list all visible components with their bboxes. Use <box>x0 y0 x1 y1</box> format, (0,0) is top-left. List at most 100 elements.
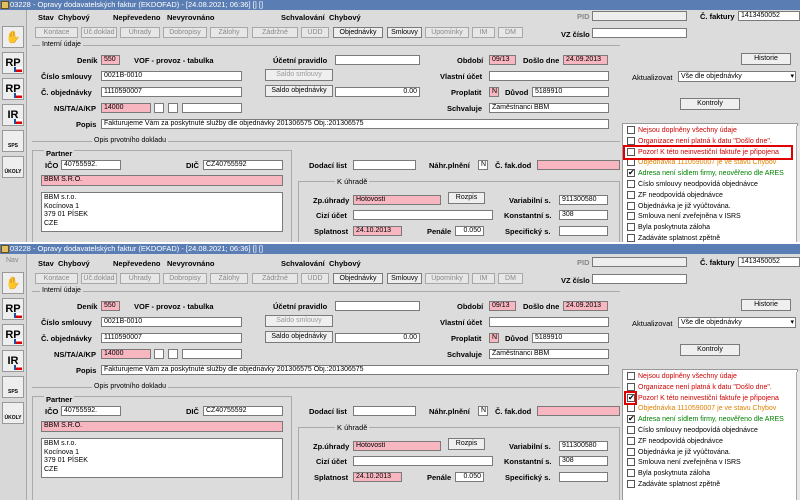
obdobi-field[interactable]: 09/13 <box>489 55 516 65</box>
duvod-field[interactable]: 5189910 <box>532 333 609 343</box>
check-9[interactable] <box>627 469 635 478</box>
ns-field[interactable]: 14000 <box>101 349 151 359</box>
aktualizovat-select[interactable]: Vše dle objednávky <box>678 317 796 328</box>
nahr-field[interactable]: N <box>478 406 488 416</box>
toolbar-button-9[interactable]: Upomínky <box>425 273 469 284</box>
historie-button[interactable]: Historie <box>741 299 791 311</box>
toolbar-button-1[interactable]: Úč.doklad <box>81 27 117 38</box>
historie-button[interactable]: Historie <box>741 53 791 65</box>
specificky-field[interactable] <box>559 472 608 482</box>
a-field[interactable] <box>168 103 178 113</box>
pid-field[interactable] <box>592 257 687 267</box>
leftbar-ir[interactable]: IR <box>2 350 24 372</box>
toolbar-button-2[interactable]: Úhrady <box>120 27 160 38</box>
smlouvy-field[interactable]: 0021B-0010 <box>101 317 242 327</box>
vz-field[interactable] <box>592 274 687 284</box>
duvod-field[interactable]: 5189910 <box>532 87 609 97</box>
toolbar-button-8[interactable]: Smlouvy <box>387 273 422 284</box>
aktualizovat-select[interactable]: Vše dle objednávky <box>678 71 796 82</box>
objednavky-field[interactable]: 1110590007 <box>101 87 242 97</box>
saldo-objednavky-button[interactable]: Saldo objednávky <box>265 331 333 343</box>
saldo-smlouvy-button[interactable]: Saldo smlouvy <box>265 315 333 327</box>
check-5[interactable] <box>627 426 635 434</box>
handshake-icon[interactable]: ✋ <box>2 26 24 48</box>
cfakdod-field[interactable] <box>537 160 620 170</box>
ns-field[interactable]: 14000 <box>101 103 151 113</box>
toolbar-button-5[interactable]: Zádržné <box>252 27 298 38</box>
leftbar-rp-1[interactable]: RP <box>2 298 24 320</box>
leftbar-rp-1[interactable]: RP <box>2 52 24 74</box>
toolbar-button-11[interactable]: DM <box>498 27 523 38</box>
check-4[interactable] <box>627 168 635 178</box>
penale-field[interactable]: 0.050 <box>455 472 484 482</box>
zpuhrady-field[interactable]: Hotovostí <box>353 441 441 451</box>
toolbar-button-6[interactable]: UDD <box>301 27 329 38</box>
popis-field[interactable]: Fakturujeme Vám za poskytnuté služby dle… <box>101 365 609 375</box>
scrollbar[interactable] <box>796 372 800 500</box>
leftbar-rp-2[interactable]: RP <box>2 324 24 346</box>
saldo-objednavky-button[interactable]: Saldo objednávky <box>265 85 333 97</box>
denik-field[interactable]: 550 <box>101 301 120 311</box>
rozpis-button[interactable]: Rozpis <box>448 438 485 450</box>
cizi-field[interactable] <box>353 456 493 466</box>
schvaluje-field[interactable]: Zaměstnanci BBM <box>489 349 609 359</box>
specificky-field[interactable] <box>559 226 608 236</box>
variabilni-field[interactable]: 911300580 <box>559 441 608 451</box>
toolbar-button-8[interactable]: Smlouvy <box>387 27 422 38</box>
check-10[interactable] <box>627 234 635 242</box>
splatnost-field[interactable]: 24.10.2013 <box>353 472 402 482</box>
zpuhrady-field[interactable]: Hotovostí <box>353 195 441 205</box>
ucetni-field[interactable] <box>335 55 420 65</box>
leftbar-sps[interactable]: SPS <box>2 376 24 398</box>
check-7[interactable] <box>627 201 635 210</box>
ta-field[interactable] <box>154 103 164 113</box>
toolbar-button-11[interactable]: DM <box>498 273 523 284</box>
kp-field[interactable] <box>182 349 242 359</box>
a-field[interactable] <box>168 349 178 359</box>
saldo-smlouvy-button[interactable]: Saldo smlouvy <box>265 69 333 81</box>
ico-field[interactable]: 40755592. <box>61 160 121 170</box>
leftbar-ukoly[interactable]: ÚKOLY <box>2 156 24 178</box>
check-4[interactable] <box>627 414 635 424</box>
toolbar-button-4[interactable]: Zálohy <box>210 27 248 38</box>
dodaci-field[interactable] <box>353 406 416 416</box>
dodaci-field[interactable] <box>353 160 416 170</box>
cizi-field[interactable] <box>353 210 493 220</box>
proplatit-field[interactable]: N <box>489 333 499 343</box>
check-0[interactable] <box>627 372 635 380</box>
check-8[interactable] <box>627 458 635 467</box>
check-1[interactable] <box>627 382 635 391</box>
dic-field[interactable]: CZ40755592 <box>203 160 283 170</box>
toolbar-button-7[interactable]: Objednávky <box>333 273 383 284</box>
check-3[interactable] <box>627 404 635 413</box>
ta-field[interactable] <box>154 349 164 359</box>
denik-field[interactable]: 550 <box>101 55 120 65</box>
toolbar-button-0[interactable]: Kontace <box>35 27 78 38</box>
saldo-value-field[interactable]: 0.00 <box>335 333 420 343</box>
ico-field[interactable]: 40755592. <box>61 406 121 416</box>
doslo-field[interactable]: 24.09.2013 <box>563 55 608 65</box>
check-9[interactable] <box>627 223 635 232</box>
partner-name-field[interactable]: BBM S.R.O. <box>41 175 283 186</box>
ucetni-field[interactable] <box>335 301 420 311</box>
kontroly-button[interactable]: Kontroly <box>680 344 740 356</box>
variabilni-field[interactable]: 911300580 <box>559 195 608 205</box>
toolbar-button-5[interactable]: Zádržné <box>252 273 298 284</box>
kontroly-button[interactable]: Kontroly <box>680 98 740 110</box>
partner-name-field[interactable]: BBM S.R.O. <box>41 421 283 432</box>
smlouvy-field[interactable]: 0021B-0010 <box>101 71 242 81</box>
toolbar-button-10[interactable]: IM <box>472 273 495 284</box>
nav-label[interactable]: Nav <box>6 257 18 264</box>
konstantni-field[interactable]: 308 <box>559 456 608 466</box>
splatnost-field[interactable]: 24.10.2013 <box>353 226 402 236</box>
toolbar-button-9[interactable]: Upomínky <box>425 27 469 38</box>
check-8[interactable] <box>627 212 635 221</box>
toolbar-button-3[interactable]: Dobropisy <box>163 273 207 284</box>
rozpis-button[interactable]: Rozpis <box>448 192 485 204</box>
address-box[interactable]: BBM s.r.o. Kocínova 1 379 01 PÍSEK CZE <box>41 192 283 232</box>
toolbar-button-2[interactable]: Úhrady <box>120 273 160 284</box>
penale-field[interactable]: 0.050 <box>455 226 484 236</box>
doslo-field[interactable]: 24.09.2013 <box>563 301 608 311</box>
pid-field[interactable] <box>592 11 687 21</box>
check-0[interactable] <box>627 126 635 134</box>
